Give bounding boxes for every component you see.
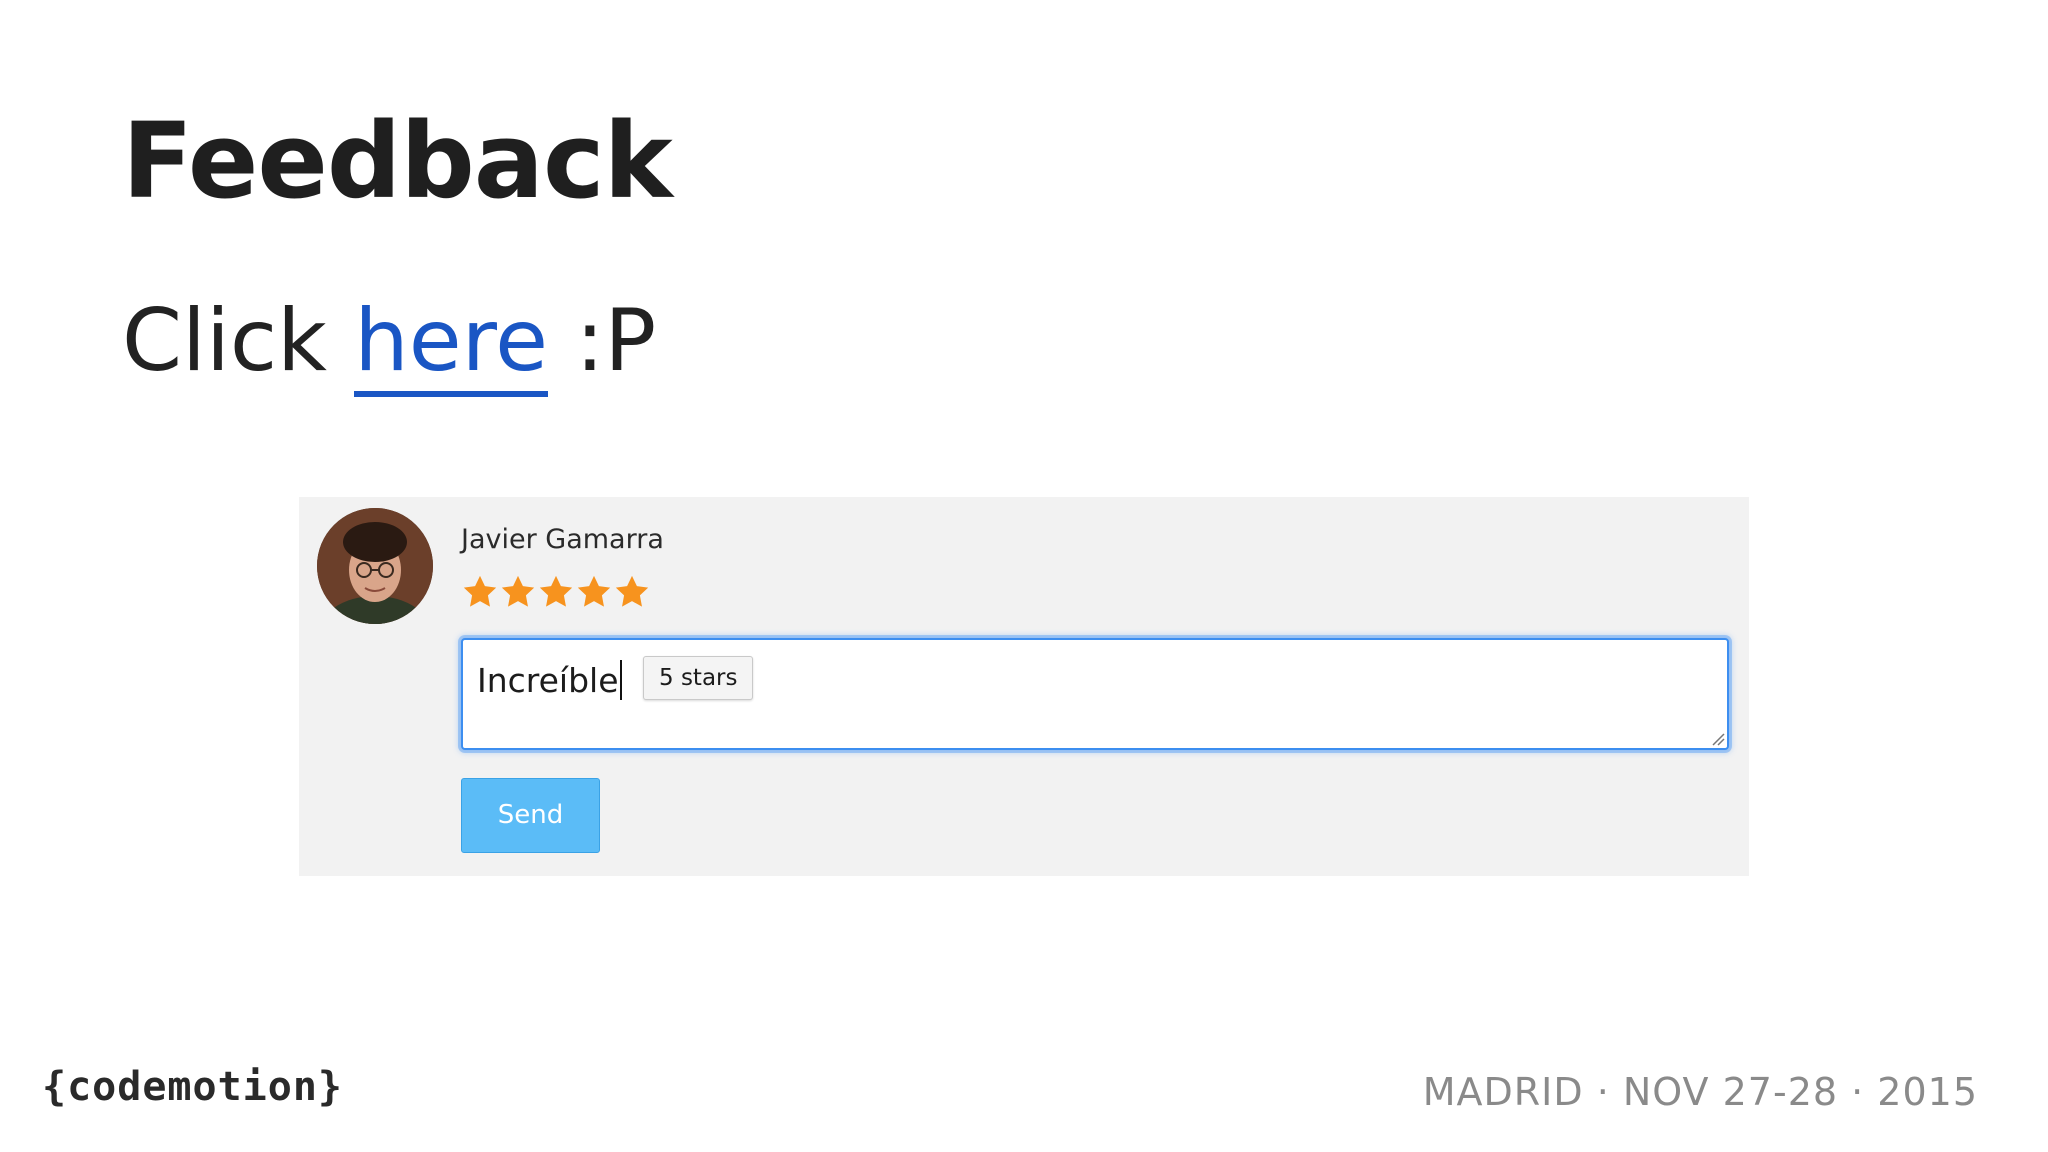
click-suffix: :P xyxy=(575,291,657,391)
user-name: Javier Gamarra xyxy=(461,524,664,555)
codemotion-logo: {codemotion} xyxy=(42,1064,343,1110)
feedback-widget: Javier Gamarra Increíble 5 stars Send xyxy=(299,497,1749,876)
comment-text-wrapper: Increíble xyxy=(477,660,622,700)
avatar xyxy=(317,508,433,624)
resize-handle-icon[interactable] xyxy=(1709,730,1725,746)
star-icon[interactable] xyxy=(575,573,613,611)
autocomplete-suggestion[interactable]: 5 stars xyxy=(643,656,754,700)
send-button[interactable]: Send xyxy=(461,778,600,853)
star-icon[interactable] xyxy=(613,573,651,611)
event-info: MADRID · NOV 27-28 · 2015 xyxy=(1422,1070,1978,1114)
star-icon[interactable] xyxy=(499,573,537,611)
click-line: Click here :P xyxy=(122,286,657,397)
feedback-link[interactable]: here xyxy=(354,291,549,397)
click-prefix: Click xyxy=(122,291,327,391)
star-rating[interactable] xyxy=(461,573,651,611)
slide-title: Feedback xyxy=(122,100,673,222)
text-caret xyxy=(619,660,622,700)
comment-textarea[interactable]: Increíble 5 stars xyxy=(461,638,1729,750)
comment-value: Increíble xyxy=(477,661,619,700)
star-icon[interactable] xyxy=(537,573,575,611)
star-icon[interactable] xyxy=(461,573,499,611)
